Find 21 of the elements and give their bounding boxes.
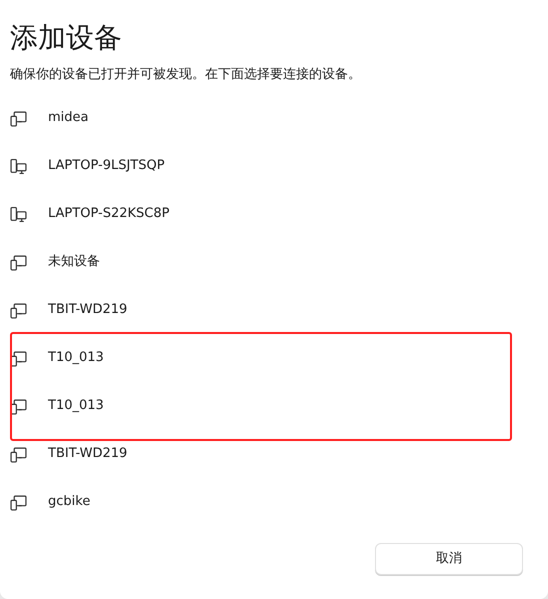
device-name[interactable]: 未知设备 <box>48 252 100 272</box>
device-name[interactable]: T10_013 <box>48 348 104 368</box>
device-icon <box>10 398 27 414</box>
device-icon <box>10 302 27 318</box>
device-icon <box>10 254 27 270</box>
device-name[interactable]: midea <box>48 108 88 128</box>
instruction-text: 确保你的设备已打开并可被发现。在下面选择要连接的设备。 <box>10 66 361 84</box>
device-name[interactable]: LAPTOP-S22KSC8P <box>48 204 170 224</box>
device-name[interactable]: TBIT-WD219 <box>48 444 128 464</box>
device-name[interactable]: LAPTOP-9LSJTSQP <box>48 156 165 176</box>
device-icon <box>10 446 27 462</box>
device-name[interactable]: gcbike <box>48 492 90 512</box>
device-icon <box>10 110 27 126</box>
device-icon <box>10 158 27 174</box>
cancel-button[interactable]: 取消 <box>375 543 523 575</box>
dialog-title: 添加设备 <box>9 20 123 56</box>
device-icon <box>10 350 27 366</box>
device-icon <box>10 494 27 510</box>
device-name[interactable]: TBIT-WD219 <box>48 300 128 320</box>
device-name[interactable]: T10_013 <box>48 396 104 416</box>
device-icon <box>10 206 27 222</box>
